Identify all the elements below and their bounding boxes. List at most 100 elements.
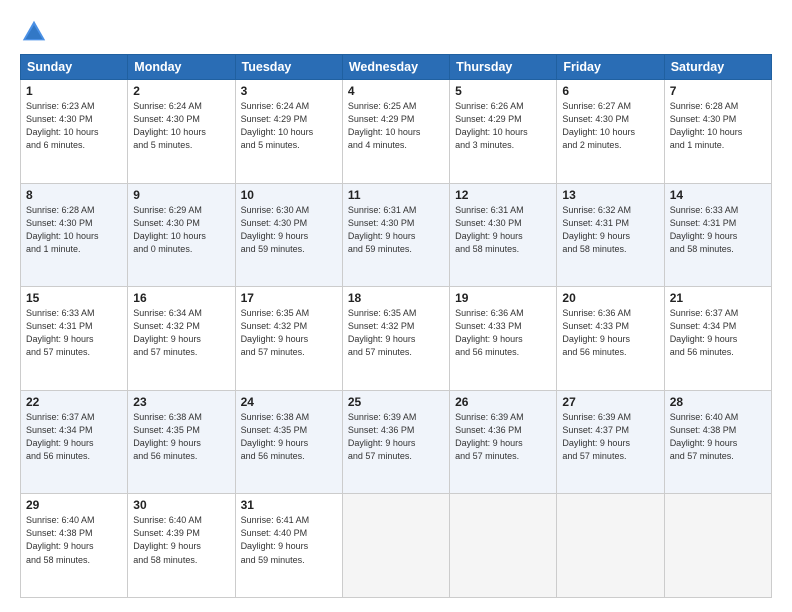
calendar-day-cell: 7 Sunrise: 6:28 AMSunset: 4:30 PMDayligh…: [664, 80, 771, 184]
day-info: Sunrise: 6:31 AMSunset: 4:30 PMDaylight:…: [348, 204, 444, 256]
calendar-day-header: Friday: [557, 55, 664, 80]
calendar-week-row: 15 Sunrise: 6:33 AMSunset: 4:31 PMDaylig…: [21, 287, 772, 391]
day-number: 15: [26, 291, 122, 305]
calendar-day-cell: 26 Sunrise: 6:39 AMSunset: 4:36 PMDaylig…: [450, 390, 557, 494]
day-number: 18: [348, 291, 444, 305]
day-info: Sunrise: 6:34 AMSunset: 4:32 PMDaylight:…: [133, 307, 229, 359]
day-info: Sunrise: 6:33 AMSunset: 4:31 PMDaylight:…: [26, 307, 122, 359]
day-number: 3: [241, 84, 337, 98]
calendar-day-cell: 25 Sunrise: 6:39 AMSunset: 4:36 PMDaylig…: [342, 390, 449, 494]
day-number: 28: [670, 395, 766, 409]
calendar-table: SundayMondayTuesdayWednesdayThursdayFrid…: [20, 54, 772, 598]
calendar-empty-cell: [664, 494, 771, 598]
calendar-day-cell: 5 Sunrise: 6:26 AMSunset: 4:29 PMDayligh…: [450, 80, 557, 184]
day-info: Sunrise: 6:23 AMSunset: 4:30 PMDaylight:…: [26, 100, 122, 152]
calendar-day-header: Saturday: [664, 55, 771, 80]
day-info: Sunrise: 6:28 AMSunset: 4:30 PMDaylight:…: [26, 204, 122, 256]
day-info: Sunrise: 6:31 AMSunset: 4:30 PMDaylight:…: [455, 204, 551, 256]
day-number: 11: [348, 188, 444, 202]
logo-icon: [20, 18, 48, 46]
day-info: Sunrise: 6:37 AMSunset: 4:34 PMDaylight:…: [670, 307, 766, 359]
calendar-day-cell: 24 Sunrise: 6:38 AMSunset: 4:35 PMDaylig…: [235, 390, 342, 494]
calendar-day-header: Tuesday: [235, 55, 342, 80]
calendar-day-cell: 19 Sunrise: 6:36 AMSunset: 4:33 PMDaylig…: [450, 287, 557, 391]
day-info: Sunrise: 6:35 AMSunset: 4:32 PMDaylight:…: [348, 307, 444, 359]
calendar-day-header: Wednesday: [342, 55, 449, 80]
calendar-day-cell: 23 Sunrise: 6:38 AMSunset: 4:35 PMDaylig…: [128, 390, 235, 494]
calendar-day-cell: 2 Sunrise: 6:24 AMSunset: 4:30 PMDayligh…: [128, 80, 235, 184]
calendar-day-cell: 15 Sunrise: 6:33 AMSunset: 4:31 PMDaylig…: [21, 287, 128, 391]
day-info: Sunrise: 6:28 AMSunset: 4:30 PMDaylight:…: [670, 100, 766, 152]
logo: [20, 18, 52, 46]
day-number: 6: [562, 84, 658, 98]
calendar-empty-cell: [342, 494, 449, 598]
day-number: 7: [670, 84, 766, 98]
day-number: 29: [26, 498, 122, 512]
day-info: Sunrise: 6:25 AMSunset: 4:29 PMDaylight:…: [348, 100, 444, 152]
day-info: Sunrise: 6:30 AMSunset: 4:30 PMDaylight:…: [241, 204, 337, 256]
day-info: Sunrise: 6:27 AMSunset: 4:30 PMDaylight:…: [562, 100, 658, 152]
calendar-day-cell: 29 Sunrise: 6:40 AMSunset: 4:38 PMDaylig…: [21, 494, 128, 598]
day-number: 16: [133, 291, 229, 305]
calendar-day-cell: 12 Sunrise: 6:31 AMSunset: 4:30 PMDaylig…: [450, 183, 557, 287]
calendar-day-cell: 8 Sunrise: 6:28 AMSunset: 4:30 PMDayligh…: [21, 183, 128, 287]
calendar-week-row: 29 Sunrise: 6:40 AMSunset: 4:38 PMDaylig…: [21, 494, 772, 598]
calendar-week-row: 22 Sunrise: 6:37 AMSunset: 4:34 PMDaylig…: [21, 390, 772, 494]
calendar-day-header: Thursday: [450, 55, 557, 80]
day-number: 4: [348, 84, 444, 98]
calendar-day-cell: 14 Sunrise: 6:33 AMSunset: 4:31 PMDaylig…: [664, 183, 771, 287]
calendar-day-cell: 4 Sunrise: 6:25 AMSunset: 4:29 PMDayligh…: [342, 80, 449, 184]
day-info: Sunrise: 6:36 AMSunset: 4:33 PMDaylight:…: [562, 307, 658, 359]
calendar-day-cell: 16 Sunrise: 6:34 AMSunset: 4:32 PMDaylig…: [128, 287, 235, 391]
day-number: 2: [133, 84, 229, 98]
day-number: 25: [348, 395, 444, 409]
day-info: Sunrise: 6:29 AMSunset: 4:30 PMDaylight:…: [133, 204, 229, 256]
day-number: 5: [455, 84, 551, 98]
day-number: 8: [26, 188, 122, 202]
calendar-day-cell: 18 Sunrise: 6:35 AMSunset: 4:32 PMDaylig…: [342, 287, 449, 391]
day-number: 26: [455, 395, 551, 409]
day-number: 30: [133, 498, 229, 512]
day-number: 31: [241, 498, 337, 512]
day-number: 1: [26, 84, 122, 98]
day-number: 20: [562, 291, 658, 305]
calendar-day-cell: 21 Sunrise: 6:37 AMSunset: 4:34 PMDaylig…: [664, 287, 771, 391]
day-number: 23: [133, 395, 229, 409]
day-info: Sunrise: 6:39 AMSunset: 4:37 PMDaylight:…: [562, 411, 658, 463]
calendar-day-cell: 28 Sunrise: 6:40 AMSunset: 4:38 PMDaylig…: [664, 390, 771, 494]
calendar-day-cell: 13 Sunrise: 6:32 AMSunset: 4:31 PMDaylig…: [557, 183, 664, 287]
calendar-day-cell: 17 Sunrise: 6:35 AMSunset: 4:32 PMDaylig…: [235, 287, 342, 391]
day-number: 17: [241, 291, 337, 305]
calendar-day-cell: 22 Sunrise: 6:37 AMSunset: 4:34 PMDaylig…: [21, 390, 128, 494]
day-number: 12: [455, 188, 551, 202]
calendar-header-row: SundayMondayTuesdayWednesdayThursdayFrid…: [21, 55, 772, 80]
day-info: Sunrise: 6:24 AMSunset: 4:30 PMDaylight:…: [133, 100, 229, 152]
calendar-day-cell: 30 Sunrise: 6:40 AMSunset: 4:39 PMDaylig…: [128, 494, 235, 598]
day-number: 24: [241, 395, 337, 409]
calendar-empty-cell: [450, 494, 557, 598]
calendar-week-row: 1 Sunrise: 6:23 AMSunset: 4:30 PMDayligh…: [21, 80, 772, 184]
day-info: Sunrise: 6:32 AMSunset: 4:31 PMDaylight:…: [562, 204, 658, 256]
day-info: Sunrise: 6:38 AMSunset: 4:35 PMDaylight:…: [241, 411, 337, 463]
day-info: Sunrise: 6:41 AMSunset: 4:40 PMDaylight:…: [241, 514, 337, 566]
calendar-day-cell: 3 Sunrise: 6:24 AMSunset: 4:29 PMDayligh…: [235, 80, 342, 184]
day-number: 27: [562, 395, 658, 409]
page-header: [20, 18, 772, 46]
day-info: Sunrise: 6:26 AMSunset: 4:29 PMDaylight:…: [455, 100, 551, 152]
day-info: Sunrise: 6:35 AMSunset: 4:32 PMDaylight:…: [241, 307, 337, 359]
day-info: Sunrise: 6:37 AMSunset: 4:34 PMDaylight:…: [26, 411, 122, 463]
day-info: Sunrise: 6:39 AMSunset: 4:36 PMDaylight:…: [455, 411, 551, 463]
calendar-day-cell: 31 Sunrise: 6:41 AMSunset: 4:40 PMDaylig…: [235, 494, 342, 598]
day-info: Sunrise: 6:33 AMSunset: 4:31 PMDaylight:…: [670, 204, 766, 256]
calendar-day-cell: 27 Sunrise: 6:39 AMSunset: 4:37 PMDaylig…: [557, 390, 664, 494]
day-info: Sunrise: 6:40 AMSunset: 4:39 PMDaylight:…: [133, 514, 229, 566]
calendar-day-cell: 11 Sunrise: 6:31 AMSunset: 4:30 PMDaylig…: [342, 183, 449, 287]
calendar-day-cell: 1 Sunrise: 6:23 AMSunset: 4:30 PMDayligh…: [21, 80, 128, 184]
day-info: Sunrise: 6:40 AMSunset: 4:38 PMDaylight:…: [670, 411, 766, 463]
day-number: 13: [562, 188, 658, 202]
day-info: Sunrise: 6:40 AMSunset: 4:38 PMDaylight:…: [26, 514, 122, 566]
calendar-day-cell: 10 Sunrise: 6:30 AMSunset: 4:30 PMDaylig…: [235, 183, 342, 287]
day-info: Sunrise: 6:39 AMSunset: 4:36 PMDaylight:…: [348, 411, 444, 463]
calendar-day-cell: 6 Sunrise: 6:27 AMSunset: 4:30 PMDayligh…: [557, 80, 664, 184]
calendar-day-cell: 9 Sunrise: 6:29 AMSunset: 4:30 PMDayligh…: [128, 183, 235, 287]
